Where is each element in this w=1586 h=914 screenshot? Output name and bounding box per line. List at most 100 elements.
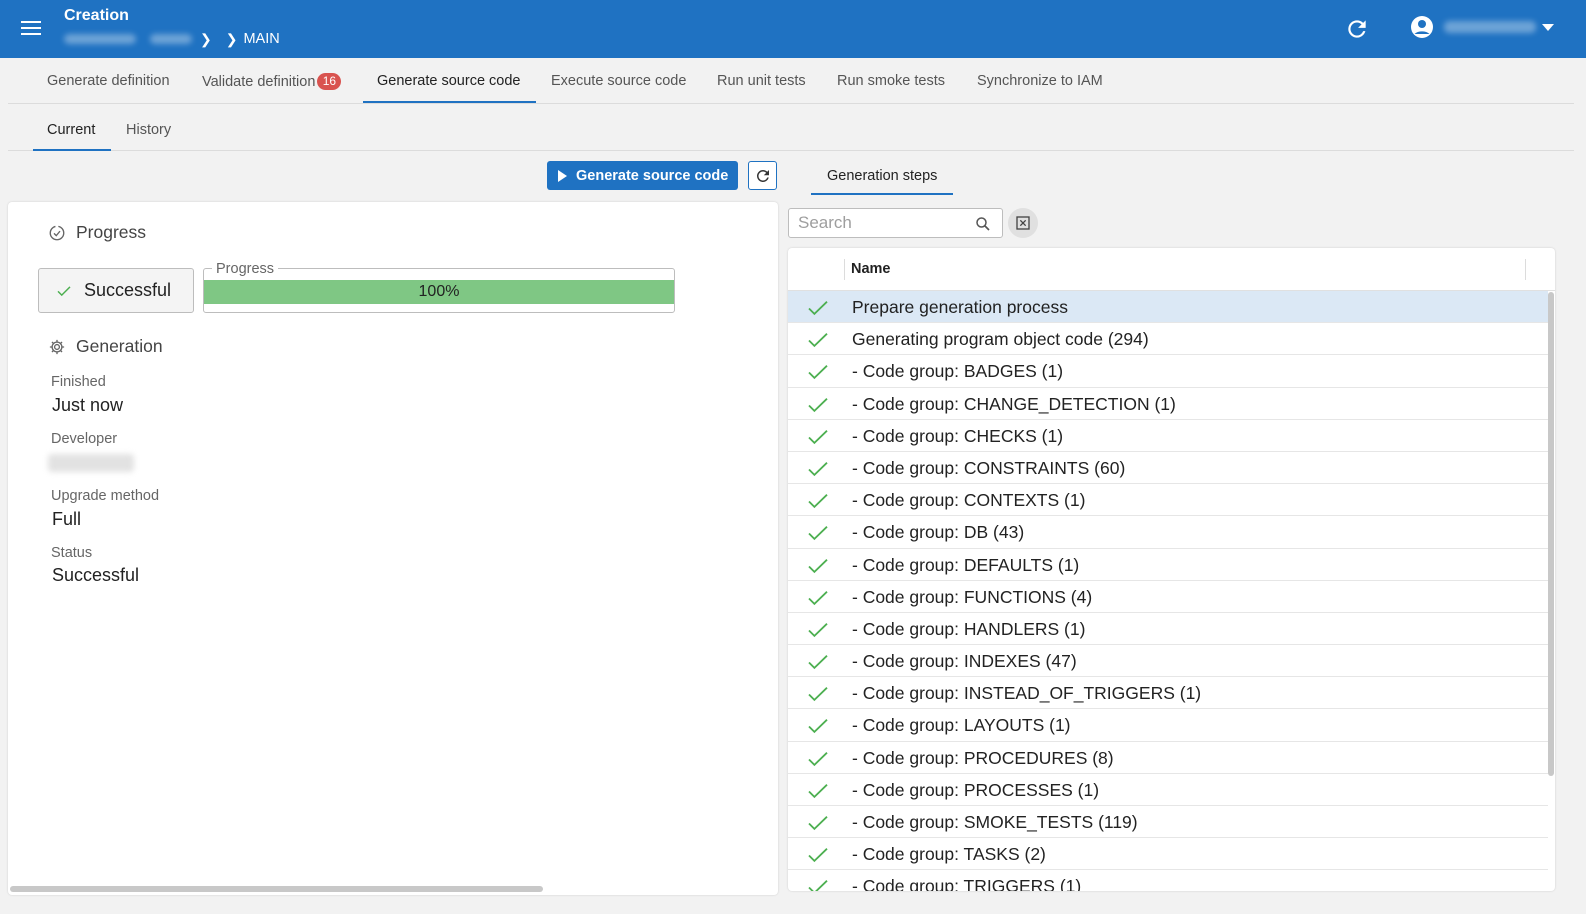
chevron-right-icon: ❯: [200, 30, 212, 47]
caret-down-icon: [1542, 23, 1554, 31]
horizontal-scrollbar[interactable]: [10, 886, 543, 892]
table-row[interactable]: - Code group: CHECKS (1): [788, 420, 1548, 452]
success-check-icon: [808, 880, 828, 891]
tab-generate-definition[interactable]: Generate definition: [47, 73, 170, 103]
tab-execute-source-code[interactable]: Execute source code: [551, 73, 686, 103]
step-name: - Code group: FUNCTIONS (4): [852, 586, 1093, 607]
main-tabs: Generate definition Validate definition 1…: [8, 58, 1574, 104]
table-row[interactable]: - Code group: FUNCTIONS (4): [788, 581, 1548, 613]
reload-button[interactable]: [748, 161, 777, 190]
table-row[interactable]: - Code group: CHANGE_DETECTION (1): [788, 388, 1548, 420]
user-menu[interactable]: [1410, 15, 1554, 39]
step-name: - Code group: TRIGGERS (1): [852, 876, 1082, 891]
grid-rows: Prepare generation process Generating pro…: [788, 291, 1548, 891]
breadcrumb-redacted: [64, 34, 136, 44]
account-circle-icon: [1411, 16, 1433, 38]
success-check-icon: [808, 301, 828, 316]
column-separator: [1525, 259, 1526, 280]
error-count-badge: 16: [317, 73, 342, 90]
success-check-icon: [808, 397, 828, 412]
grid-header: Name: [788, 248, 1555, 291]
step-name: - Code group: CONSTRAINTS (60): [852, 457, 1126, 478]
generate-source-code-button[interactable]: Generate source code: [547, 161, 738, 190]
table-row[interactable]: - Code group: INDEXES (47): [788, 645, 1548, 678]
table-row[interactable]: Prepare generation process: [788, 291, 1548, 324]
tab-validate-definition[interactable]: Validate definition 16: [202, 73, 342, 103]
search-icon[interactable]: [974, 215, 992, 233]
table-row[interactable]: - Code group: CONSTRAINTS (60): [788, 452, 1548, 485]
status-indicator: Successful: [38, 268, 194, 313]
table-row[interactable]: - Code group: TRIGGERS (1): [788, 870, 1548, 891]
table-row[interactable]: - Code group: INSTEAD_OF_TRIGGERS (1): [788, 677, 1548, 710]
tab-generate-source-code[interactable]: Generate source code: [377, 73, 520, 103]
refresh-icon[interactable]: [1344, 16, 1370, 42]
search-box: [788, 208, 1003, 238]
tab-generation-steps[interactable]: Generation steps: [827, 168, 937, 184]
check-icon: [57, 285, 71, 296]
step-name: - Code group: INDEXES (47): [852, 651, 1077, 672]
clear-search-button[interactable]: [1008, 208, 1038, 238]
developer-value-redacted: [48, 454, 134, 472]
table-row[interactable]: - Code group: TASKS (2): [788, 838, 1548, 871]
table-row[interactable]: - Code group: BADGES (1): [788, 355, 1548, 388]
search-input[interactable]: [789, 209, 967, 237]
success-check-icon: [808, 558, 828, 573]
status-label: Status: [51, 545, 93, 561]
success-check-icon: [808, 365, 828, 380]
step-name: - Code group: CHECKS (1): [852, 425, 1064, 446]
success-check-icon: [808, 848, 828, 863]
generate-button-label: Generate source code: [576, 167, 729, 184]
success-check-icon: [808, 751, 828, 766]
success-check-icon: [808, 816, 828, 831]
vertical-scrollbar[interactable]: [1548, 292, 1554, 776]
finished-value: Just now: [52, 395, 124, 415]
step-name: Generating program object code (294): [852, 329, 1149, 350]
table-row[interactable]: - Code group: PROCESSES (1): [788, 774, 1548, 806]
table-row[interactable]: - Code group: SMOKE_TESTS (119): [788, 806, 1548, 839]
table-row[interactable]: - Code group: LAYOUTS (1): [788, 709, 1548, 742]
active-tab-indicator: [363, 101, 536, 103]
app-bar: Creation ❯ ❯ MAIN: [0, 0, 1586, 58]
subtab-history[interactable]: History: [126, 122, 171, 138]
progress-heading-text: Progress: [76, 222, 147, 242]
progress-section-heading: Progress: [48, 222, 146, 243]
upgrade-method-value: Full: [52, 509, 82, 529]
table-row[interactable]: - Code group: HANDLERS (1): [788, 613, 1548, 646]
table-row[interactable]: - Code group: PROCEDURES (8): [788, 742, 1548, 774]
refresh-icon: [756, 169, 769, 182]
tab-run-unit-tests[interactable]: Run unit tests: [717, 73, 806, 103]
status-text: Successful: [84, 280, 172, 300]
table-row[interactable]: - Code group: CONTEXTS (1): [788, 484, 1548, 517]
success-check-icon: [808, 687, 828, 702]
app-title: Creation: [64, 7, 129, 24]
column-header-name[interactable]: Name: [851, 261, 891, 277]
finished-label: Finished: [51, 374, 106, 390]
subtab-current[interactable]: Current: [47, 122, 95, 138]
progress-check-icon: [49, 225, 65, 240]
tab-run-smoke-tests[interactable]: Run smoke tests: [837, 73, 945, 103]
sub-tabs: Current History: [8, 104, 1574, 151]
chevron-right-icon: ❯: [225, 30, 238, 47]
step-name: - Code group: CHANGE_DETECTION (1): [852, 393, 1176, 414]
success-check-icon: [808, 333, 828, 348]
table-row[interactable]: Generating program object code (294): [788, 323, 1548, 356]
table-row[interactable]: - Code group: DEFAULTS (1): [788, 549, 1548, 581]
status-value: Successful: [52, 565, 140, 585]
step-name: - Code group: BADGES (1): [852, 361, 1064, 382]
progress-percent: 100%: [418, 283, 460, 300]
step-name: Prepare generation process: [852, 297, 1068, 317]
breadcrumb-current[interactable]: MAIN: [243, 31, 279, 47]
table-row[interactable]: - Code group: DB (43): [788, 516, 1548, 549]
step-name: - Code group: DEFAULTS (1): [852, 554, 1080, 575]
user-name-redacted: [1444, 21, 1536, 33]
upgrade-method-label: Upgrade method: [51, 488, 160, 504]
developer-label: Developer: [51, 431, 118, 447]
generation-section-heading: Generation: [48, 336, 163, 357]
menu-icon[interactable]: [18, 16, 44, 40]
step-name: - Code group: CONTEXTS (1): [852, 490, 1086, 511]
step-name: - Code group: PROCEDURES (8): [852, 747, 1114, 768]
tab-synchronize-to-iam[interactable]: Synchronize to IAM: [977, 73, 1103, 103]
breadcrumb-redacted: [150, 34, 192, 44]
success-check-icon: [808, 429, 828, 444]
generation-heading-text: Generation: [76, 336, 163, 356]
